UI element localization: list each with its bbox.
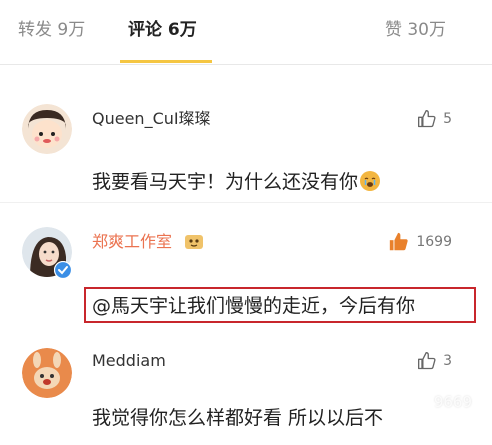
highlight-annotation-box [84,287,476,323]
username[interactable]: 郑爽工作室 [92,231,205,253]
cartoon-rabbit-avatar-icon [22,348,72,398]
tab-bar: 转发 9万 评论 6万 赞 30万 [0,0,492,65]
comment-text: 我觉得你怎么样都好看 所以以后不 [92,404,383,432]
like-button[interactable]: 1699 [388,231,452,253]
like-button[interactable]: 5 [417,108,452,130]
tab-like[interactable]: 赞 30万 [385,18,446,42]
thumbs-up-filled-icon [390,232,409,251]
like-count: 5 [443,111,452,127]
active-tab-indicator [120,60,212,63]
comment-item: Meddiam 3 我觉得你怎么样都好看 所以以后不 [0,332,492,445]
tab-repost[interactable]: 转发 9万 [18,18,85,42]
avatar[interactable] [22,348,72,398]
comments-page: 转发 9万 评论 6万 赞 30万 Queen_CuI璨璨 5 我要看马天宇！为… [0,0,492,445]
comment-text-content: 我觉得你怎么样都好看 所以以后不 [92,407,384,429]
thumbs-up-icon [418,110,436,128]
username[interactable]: Queen_CuI璨璨 [92,108,211,130]
avatar[interactable] [22,104,72,154]
crying-emoji-icon [360,171,381,191]
tab-comment[interactable]: 评论 6万 [128,18,197,42]
member-crown-icon [185,235,204,249]
chibi-maruko-avatar-icon [22,104,72,154]
watermark: 9669 [433,393,472,411]
comment-item: Queen_CuI璨璨 5 我要看马天宇！为什么还没有你 [0,80,492,202]
comment-text: 我要看马天宇！为什么还没有你 [92,168,381,196]
comment-text-content: 我要看马天宇！为什么还没有你 [92,171,359,193]
username-text: 郑爽工作室 [92,232,173,251]
like-count: 1699 [416,234,452,250]
like-button[interactable]: 3 [417,350,452,372]
thumbs-up-icon [418,352,436,370]
username[interactable]: Meddiam [92,350,166,372]
verified-badge-icon [54,261,72,279]
like-count: 3 [443,353,452,369]
